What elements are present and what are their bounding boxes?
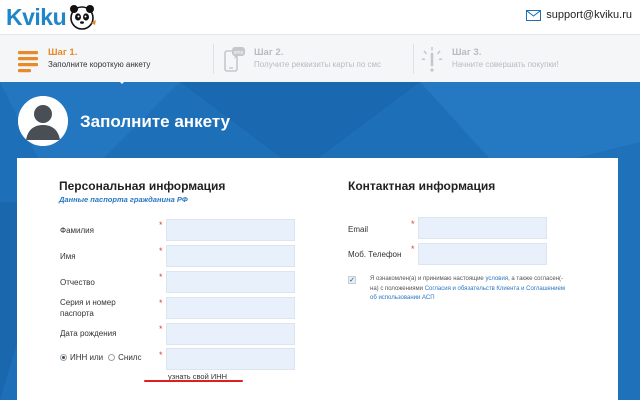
required-mark: * [159,220,163,230]
panda-mascot-icon [70,5,97,30]
required-mark: * [411,219,415,229]
required-mark: * [159,246,163,256]
exclamation-burst-icon [421,47,443,72]
top-header: Kviku support@kviku.ru [0,0,640,34]
required-mark: * [159,298,163,308]
agreement-text: Я ознакомлен(а) и принимаю настоящие усл… [370,275,570,304]
first-name-label: Имя [60,252,76,261]
step-3-title: Шаг 3. [452,47,482,58]
page-title: Заполните анкету [80,112,231,131]
svg-text:sms: sms [234,50,244,56]
first-name-input[interactable] [166,245,295,267]
required-mark: * [411,244,415,254]
mail-icon [526,9,542,21]
step-3: Шаг 3. Начните совершать покупки! [420,35,559,83]
patronymic-input[interactable] [166,271,295,293]
step-1: Шаг 1. Заполните короткую анкету [16,35,150,83]
radio-snils[interactable] [108,354,116,361]
radio-inn-label: ИНН или [70,353,104,362]
logo-text: Kviku [6,3,67,30]
required-mark: * [159,272,163,282]
kviku-logo[interactable]: Kviku [6,2,97,32]
phone-input[interactable] [418,243,547,265]
radio-snils-label: Снилс [118,353,142,362]
user-avatar-icon [18,96,68,146]
list-form-icon [18,51,38,73]
patronymic-label: Отчество [60,278,95,287]
step-2: sms Шаг 2. Получите реквизиты карты по с… [222,35,381,83]
step-divider [213,44,214,74]
birth-date-label: Дата рождения [60,329,117,338]
email-input[interactable] [418,217,547,239]
terms-link[interactable]: условия [485,276,508,282]
support-contact[interactable]: support@kviku.ru [526,9,632,21]
required-mark: * [159,324,163,334]
inn-input[interactable] [166,348,295,370]
step-2-title: Шаг 2. [254,47,284,58]
step-2-desc: Получите реквизиты карты по смс [254,60,382,69]
support-email: support@kviku.ru [546,9,632,21]
agreement-checkbox[interactable]: ✓ [348,276,356,284]
required-mark: * [159,350,163,360]
inn-link-highlight [144,380,243,382]
step-divider [413,44,414,74]
email-label: Email [348,225,369,234]
id-type-choice: ИНН или Снилс [60,353,146,362]
step-3-desc: Начните совершать покупки! [452,60,559,69]
birth-date-input[interactable] [166,323,295,345]
form-card: Персональная информация Данные паспорта … [17,158,618,400]
step-1-title: Шаг 1. [48,47,78,58]
step-1-desc: Заполните короткую анкету [48,60,151,69]
contact-info-title: Контактная информация [348,179,496,193]
active-step-pointer [116,78,128,84]
surname-input[interactable] [166,219,295,241]
surname-label: Фамилия [60,226,94,235]
radio-inn[interactable] [60,354,67,361]
steps-bar: Шаг 1. Заполните короткую анкету sms Шаг… [0,34,640,82]
passport-input[interactable] [166,297,295,319]
passport-label: Серия и номер паспорта [60,298,116,318]
phone-sms-icon: sms [224,47,245,72]
agreement-text-1: Я ознакомлен(а) и принимаю настоящие [370,276,486,282]
personal-info-title: Персональная информация [59,179,226,193]
passport-subtitle: Данные паспорта гражданина РФ [59,195,188,204]
phone-label: Моб. Телефон [348,250,402,259]
